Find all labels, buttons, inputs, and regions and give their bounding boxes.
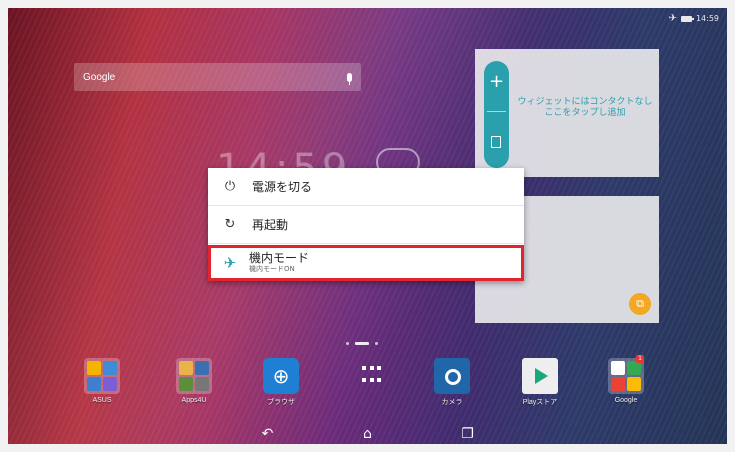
- browser-icon: ⊕: [263, 358, 299, 394]
- contact-widget[interactable]: + ウィジェットにはコンタクトなし ここをタップし追加: [475, 49, 659, 177]
- google-search-bar[interactable]: Google: [74, 63, 361, 91]
- screenshot-frame: ✈ 14:59 Google 14:59 + ウィジェットにはコンタクトなし こ…: [0, 0, 735, 452]
- dock-item-label: ブラウザ: [267, 399, 295, 406]
- all-apps-icon: [362, 366, 382, 386]
- status-time: 14:59: [695, 14, 719, 23]
- contact-widget-actions: +: [484, 61, 509, 168]
- play-store-icon: [522, 358, 558, 394]
- page-dot: [346, 342, 349, 345]
- recents-icon[interactable]: ❐: [453, 426, 483, 442]
- contact-widget-hint[interactable]: ウィジェットにはコンタクトなし ここをタップし追加: [513, 97, 657, 119]
- google-logo: Google: [83, 71, 116, 83]
- apps4u-folder-icon: [176, 358, 212, 394]
- page-dot-active: [355, 342, 369, 345]
- page-dot: [375, 342, 378, 345]
- airplane-icon: ✈: [668, 13, 677, 24]
- menu-item-label: 電源を切る: [252, 180, 313, 194]
- dock-item-apps4u[interactable]: Apps4U: [164, 358, 224, 404]
- power-menu-dialog: ⏻ 電源を切る ↻ 再起動 ✈ 機内モード 機内モードON: [208, 168, 524, 281]
- dock-item-label: カメラ: [441, 399, 463, 406]
- airplane-icon: ✈: [223, 254, 237, 272]
- dock-item-all-apps[interactable]: [342, 358, 402, 386]
- menu-item-label: 機内モード: [249, 251, 310, 265]
- menu-item-sublabel: 機内モードON: [249, 265, 295, 273]
- menu-item-texts: 機内モード 機内モードON: [249, 252, 309, 274]
- status-bar: ✈ 14:59: [669, 13, 719, 24]
- home-screen: ✈ 14:59 Google 14:59 + ウィジェットにはコンタクトなし こ…: [8, 8, 727, 444]
- power-icon: ⏻: [224, 179, 236, 194]
- dock-item-label: ASUS: [92, 397, 112, 404]
- memo-add-button[interactable]: ⧉: [629, 293, 651, 315]
- battery-icon: [680, 15, 694, 22]
- menu-item-airplane-mode[interactable]: ✈ 機内モード 機内モードON: [208, 245, 524, 281]
- back-icon[interactable]: ↶: [253, 426, 283, 442]
- dock-item-label: Playストア: [522, 399, 558, 406]
- notification-badge: 1: [636, 355, 644, 363]
- menu-item-restart[interactable]: ↻ 再起動: [208, 206, 524, 244]
- dock-item-camera[interactable]: カメラ: [422, 358, 482, 407]
- dock-item-asus[interactable]: ASUS: [72, 358, 132, 404]
- dock-item-label: Apps4U: [181, 397, 207, 404]
- page-indicator: [346, 342, 378, 345]
- menu-item-power-off[interactable]: ⏻ 電源を切る: [208, 168, 524, 206]
- home-icon[interactable]: ⌂: [353, 426, 383, 442]
- mic-icon[interactable]: [347, 72, 352, 85]
- navigation-bar: ↶ ⌂ ❐: [8, 424, 727, 444]
- dock-item-google[interactable]: 1 Google: [596, 355, 656, 404]
- asus-folder-icon: [84, 358, 120, 394]
- dock-item-browser[interactable]: ⊕ ブラウザ: [251, 358, 311, 407]
- divider: [487, 111, 506, 112]
- google-folder-icon: 1: [608, 355, 644, 394]
- menu-item-label: 再起動: [252, 218, 289, 232]
- camera-icon: [434, 358, 470, 394]
- dock-item-label: Google: [614, 397, 638, 404]
- edit-icon[interactable]: [491, 136, 501, 148]
- restart-icon: ↻: [224, 217, 236, 232]
- dock-item-play-store[interactable]: Playストア: [510, 358, 570, 407]
- add-contact-icon[interactable]: +: [484, 73, 509, 91]
